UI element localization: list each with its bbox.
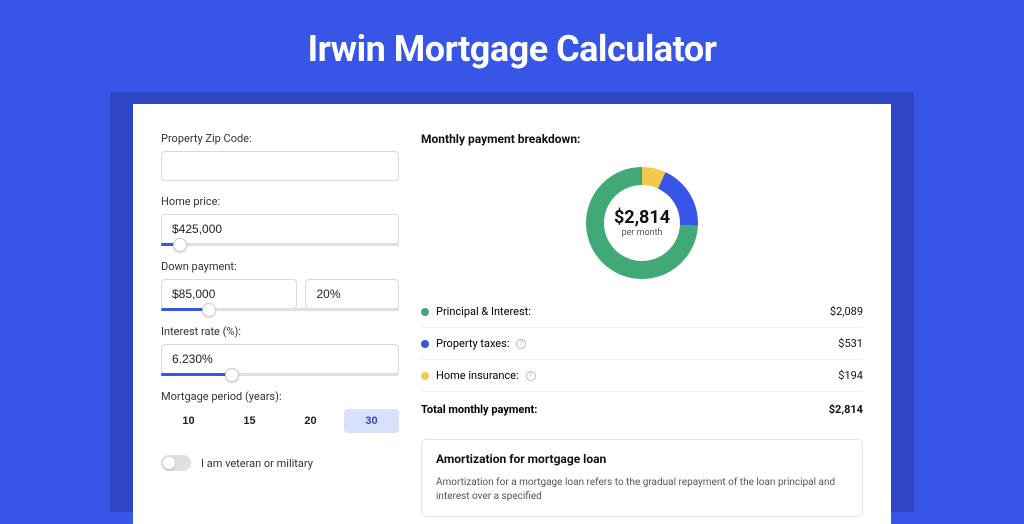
period-options: 10152030 [161, 409, 399, 433]
interest-group: Interest rate (%): [161, 325, 399, 376]
slider-thumb[interactable] [173, 238, 187, 252]
down-payment-slider[interactable] [161, 308, 399, 311]
legend-total-row: Total monthly payment: $2,814 [421, 392, 863, 425]
legend-label: Principal & Interest: [436, 305, 531, 318]
legend-amount: $531 [838, 337, 863, 350]
donut-center-label: per month [621, 228, 662, 238]
legend-dot-icon [421, 340, 429, 348]
breakdown-title: Monthly payment breakdown: [421, 132, 863, 146]
zip-label: Property Zip Code: [161, 132, 399, 145]
legend: Principal & Interest: $2,089 Property taxe… [421, 296, 863, 392]
breakdown-column: Monthly payment breakdown: $2,814 per mo… [421, 132, 863, 524]
slider-fill [161, 373, 232, 376]
legend-dot-icon [421, 308, 429, 316]
legend-amount: $194 [838, 369, 863, 382]
period-option-20[interactable]: 20 [283, 409, 338, 433]
legend-row: Principal & Interest: $2,089 [421, 296, 863, 328]
period-group: Mortgage period (years): 10152030 [161, 390, 399, 433]
donut-center-amount: $2,814 [614, 207, 670, 228]
down-payment-label: Down payment: [161, 260, 399, 273]
veteran-label: I am veteran or military [201, 457, 313, 470]
amortization-title: Amortization for mortgage loan [436, 452, 848, 466]
period-option-30[interactable]: 30 [344, 409, 399, 433]
down-payment-input[interactable] [161, 279, 297, 309]
slider-thumb[interactable] [225, 368, 239, 382]
down-payment-pct-input[interactable] [305, 279, 399, 309]
home-price-slider[interactable] [161, 243, 399, 246]
period-option-10[interactable]: 10 [161, 409, 216, 433]
page-title: Irwin Mortgage Calculator [0, 0, 1024, 92]
toggle-knob [163, 457, 175, 469]
total-amount: $2,814 [829, 403, 863, 416]
legend-row: Home insurance:? $194 [421, 360, 863, 392]
donut-svg: $2,814 per month [581, 162, 703, 284]
legend-label: Home insurance: [436, 369, 519, 382]
interest-slider[interactable] [161, 373, 399, 376]
zip-group: Property Zip Code: [161, 132, 399, 181]
card-shadow: Property Zip Code: Home price: Down paym… [110, 92, 914, 512]
help-icon[interactable]: ? [516, 339, 526, 349]
legend-dot-icon [421, 372, 429, 380]
interest-input[interactable] [161, 344, 399, 374]
interest-label: Interest rate (%): [161, 325, 399, 338]
home-price-label: Home price: [161, 195, 399, 208]
legend-amount: $2,089 [830, 305, 863, 318]
veteran-row: I am veteran or military [161, 455, 399, 471]
slider-thumb[interactable] [202, 303, 216, 317]
legend-row: Property taxes:? $531 [421, 328, 863, 360]
help-icon[interactable]: ? [526, 371, 536, 381]
period-option-15[interactable]: 15 [222, 409, 277, 433]
amortization-box: Amortization for mortgage loan Amortizat… [421, 439, 863, 517]
veteran-toggle[interactable] [161, 455, 191, 471]
home-price-group: Home price: [161, 195, 399, 246]
form-column: Property Zip Code: Home price: Down paym… [161, 132, 399, 524]
period-label: Mortgage period (years): [161, 390, 399, 403]
total-label: Total monthly payment: [421, 403, 537, 416]
amortization-text: Amortization for a mortgage loan refers … [436, 476, 848, 504]
calculator-card: Property Zip Code: Home price: Down paym… [133, 104, 891, 524]
down-payment-group: Down payment: [161, 260, 399, 311]
zip-input[interactable] [161, 151, 399, 181]
home-price-input[interactable] [161, 214, 399, 244]
legend-label: Property taxes: [436, 337, 509, 350]
donut-chart: $2,814 per month [421, 158, 863, 296]
